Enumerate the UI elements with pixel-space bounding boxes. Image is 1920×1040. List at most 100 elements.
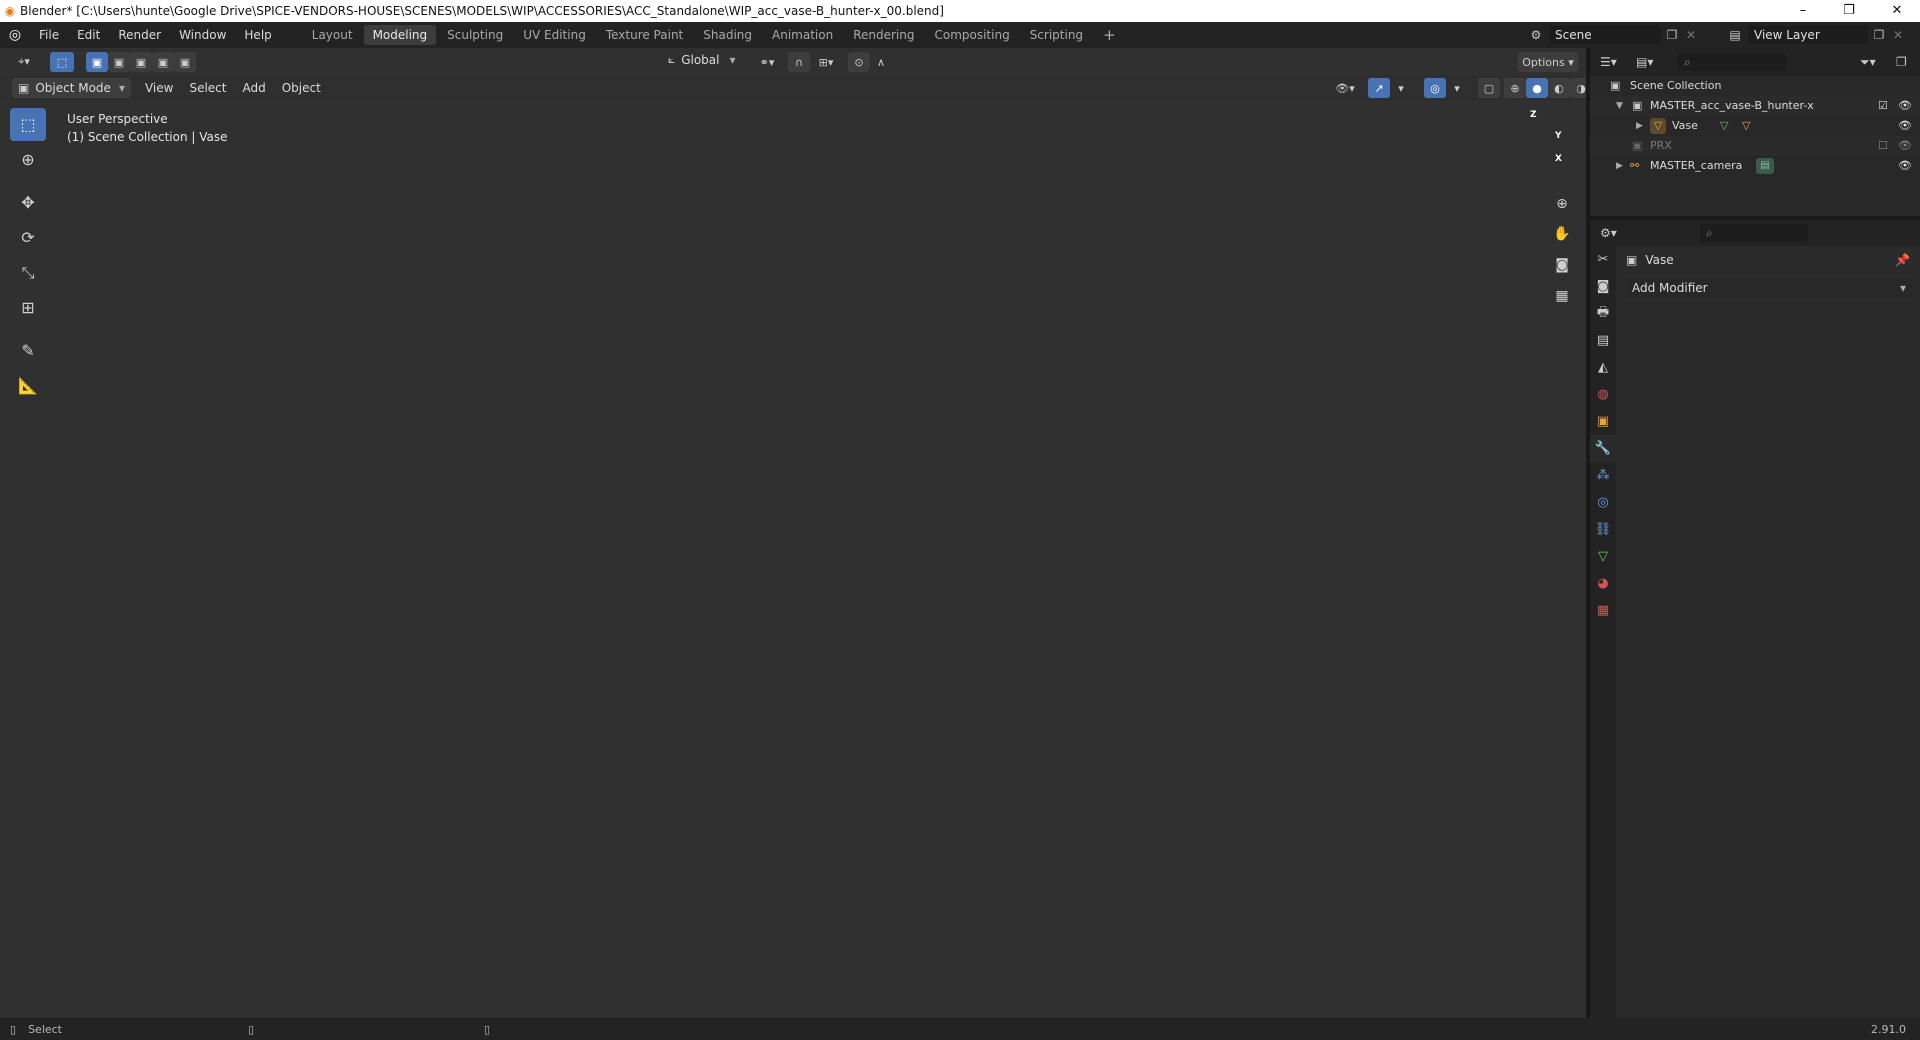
render-tab-icon[interactable]: ◙ <box>1590 273 1616 300</box>
editor-type-icon[interactable]: ⌖▾ <box>8 52 40 72</box>
eye-icon[interactable]: 👁 <box>1898 96 1912 116</box>
menu-file[interactable]: File <box>30 22 68 48</box>
select-new-icon[interactable]: ▣ <box>86 52 108 72</box>
menu-add[interactable]: Add <box>234 76 273 100</box>
snap-toggle-icon[interactable]: ∩ <box>788 52 810 72</box>
texture-tab-icon[interactable]: ▦ <box>1590 597 1616 624</box>
tab-animation[interactable]: Animation <box>763 25 842 45</box>
chevron-down-icon[interactable]: ▾ <box>1390 78 1412 98</box>
cursor-tool-icon[interactable]: ⊕ <box>10 143 46 176</box>
eye-icon[interactable]: 👁 <box>1898 156 1912 176</box>
new-collection-icon[interactable]: ❐ <box>1896 55 1907 69</box>
new-scene-icon[interactable]: ❐ <box>1661 28 1683 42</box>
options-button[interactable]: Options ▾ <box>1518 52 1578 72</box>
tab-shading[interactable]: Shading <box>694 25 761 45</box>
tab-uv-editing[interactable]: UV Editing <box>514 25 595 45</box>
snap-target-icon[interactable]: ⊞▾ <box>812 52 840 72</box>
select-tool-icon[interactable]: ⬚ <box>10 108 46 141</box>
modifier-icon[interactable]: ▽ <box>1742 116 1750 136</box>
menu-window[interactable]: Window <box>170 22 235 48</box>
add-workspace-button[interactable]: + <box>1094 25 1125 45</box>
transform-tool-icon[interactable]: ⊞ <box>10 291 46 324</box>
menu-view[interactable]: View <box>137 76 181 100</box>
properties-editor-icon[interactable]: ⚙▾ <box>1600 226 1630 240</box>
vase-mesh[interactable] <box>505 260 1082 899</box>
move-tool-icon[interactable]: ✥ <box>10 186 46 219</box>
exclude-checkbox[interactable]: ☑ <box>1878 96 1888 116</box>
properties-search-input[interactable]: ⌕ <box>1700 224 1808 242</box>
remove-view-layer-icon[interactable]: ✕ <box>1890 28 1906 42</box>
outliner-root[interactable]: ▣ Scene Collection <box>1590 76 1920 96</box>
select-intersect-icon[interactable]: ▣ <box>174 52 196 72</box>
view-layer-field[interactable]: View Layer <box>1748 26 1868 44</box>
pan-hand-icon[interactable]: ✋ <box>1550 222 1574 246</box>
gizmo-z-label[interactable]: Z <box>1530 110 1537 120</box>
collection-instance-icon[interactable]: ▤ <box>1756 158 1774 174</box>
menu-edit[interactable]: Edit <box>68 22 109 48</box>
tab-texture-paint[interactable]: Texture Paint <box>597 25 692 45</box>
outliner-editor-icon[interactable]: ☰▾ <box>1600 55 1630 69</box>
minimize-button[interactable]: – <box>1780 0 1826 22</box>
menu-help[interactable]: Help <box>235 22 280 48</box>
annotate-tool-icon[interactable]: ✎ <box>10 334 46 367</box>
select-extend-icon[interactable]: ▣ <box>108 52 130 72</box>
world-tab-icon[interactable]: ◍ <box>1590 381 1616 408</box>
tab-layout[interactable]: Layout <box>303 25 362 45</box>
tool-tab-icon[interactable]: ✂ <box>1590 246 1616 273</box>
scale-tool-icon[interactable]: ⤡ <box>10 256 46 289</box>
outliner-item[interactable]: ▶ ▽ Vase ▽ ▽ 👁 <box>1590 116 1920 136</box>
filter-icon[interactable]: ⏷▾ <box>1860 55 1876 70</box>
transform-orientation[interactable]: ⟀ Global ▾ <box>668 52 736 67</box>
pivot-point-icon[interactable]: ⚭▾ <box>752 52 782 72</box>
chevron-down-icon[interactable]: ▾ <box>1446 78 1468 98</box>
view-layer-icon[interactable]: ▤ <box>1722 28 1748 42</box>
particles-tab-icon[interactable]: ⁂ <box>1590 462 1616 489</box>
3d-cursor-icon[interactable] <box>781 808 809 836</box>
restore-button[interactable]: ❐ <box>1826 0 1872 22</box>
material-tab-icon[interactable]: ◕ <box>1590 570 1616 597</box>
data-tab-icon[interactable]: ▽ <box>1590 543 1616 570</box>
tab-scripting[interactable]: Scripting <box>1021 25 1092 45</box>
outliner-item[interactable]: ▶ ⚯ MASTER_camera ▤ 👁 <box>1590 156 1920 176</box>
pin-icon[interactable]: 📌 <box>1895 253 1910 267</box>
scene-name-field[interactable]: Scene <box>1549 26 1661 44</box>
scene-icon[interactable]: ⚙ <box>1523 28 1549 42</box>
modifier-tab-icon[interactable]: 🔧 <box>1590 435 1616 462</box>
tab-sculpting[interactable]: Sculpting <box>438 25 512 45</box>
overlays-toggle-icon[interactable]: ◎ <box>1424 78 1446 98</box>
gizmo-y-label[interactable]: Y <box>1555 131 1562 141</box>
expand-arrow-icon[interactable]: ▶ <box>1636 116 1643 136</box>
camera-view-icon[interactable]: ◙ <box>1550 253 1574 277</box>
mode-selector[interactable]: ▣ Object Mode ▾ <box>12 78 131 98</box>
perspective-toggle-icon[interactable]: ▦ <box>1550 284 1574 308</box>
proportional-edit-icon[interactable]: ⊙ <box>848 52 870 72</box>
object-tab-icon[interactable]: ▣ <box>1590 408 1616 435</box>
remove-scene-icon[interactable]: ✕ <box>1683 28 1699 42</box>
outliner-item[interactable]: ▼ ▣ MASTER_acc_vase-B_hunter-x ☑ 👁 <box>1590 96 1920 116</box>
gizmo-x-label[interactable]: X <box>1555 154 1562 164</box>
material-shading-icon[interactable]: ◐ <box>1548 78 1570 98</box>
mesh-data-icon[interactable]: ▽ <box>1720 116 1728 136</box>
xray-toggle-icon[interactable]: ▢ <box>1478 78 1500 98</box>
expand-arrow-icon[interactable]: ▼ <box>1616 96 1623 116</box>
3d-viewport[interactable] <box>0 48 1590 1018</box>
constraints-tab-icon[interactable]: ⛓ <box>1590 516 1616 543</box>
falloff-icon[interactable]: ∧ <box>870 52 892 72</box>
blender-menu-icon[interactable]: ◎ <box>0 27 30 43</box>
measure-tool-icon[interactable]: 📐 <box>10 369 46 402</box>
wireframe-shading-icon[interactable]: ⊕ <box>1504 78 1526 98</box>
zoom-icon[interactable]: ⊕ <box>1550 192 1574 216</box>
eye-icon[interactable]: 👁 <box>1898 116 1912 136</box>
eye-icon[interactable]: 👁 <box>1898 136 1912 156</box>
menu-object[interactable]: Object <box>274 76 329 100</box>
rotate-tool-icon[interactable]: ⟳ <box>10 221 46 254</box>
outliner-search-input[interactable]: ⌕ <box>1678 53 1786 71</box>
menu-select[interactable]: Select <box>181 76 234 100</box>
visibility-icon[interactable]: 👁▾ <box>1330 78 1360 98</box>
select-invert-icon[interactable]: ▣ <box>152 52 174 72</box>
solid-shading-icon[interactable]: ● <box>1526 78 1548 98</box>
outliner-item[interactable]: ▣ PRX ☐ 👁 <box>1590 136 1920 156</box>
new-view-layer-icon[interactable]: ❐ <box>1868 28 1890 42</box>
expand-arrow-icon[interactable]: ▶ <box>1616 156 1623 176</box>
tab-rendering[interactable]: Rendering <box>844 25 923 45</box>
